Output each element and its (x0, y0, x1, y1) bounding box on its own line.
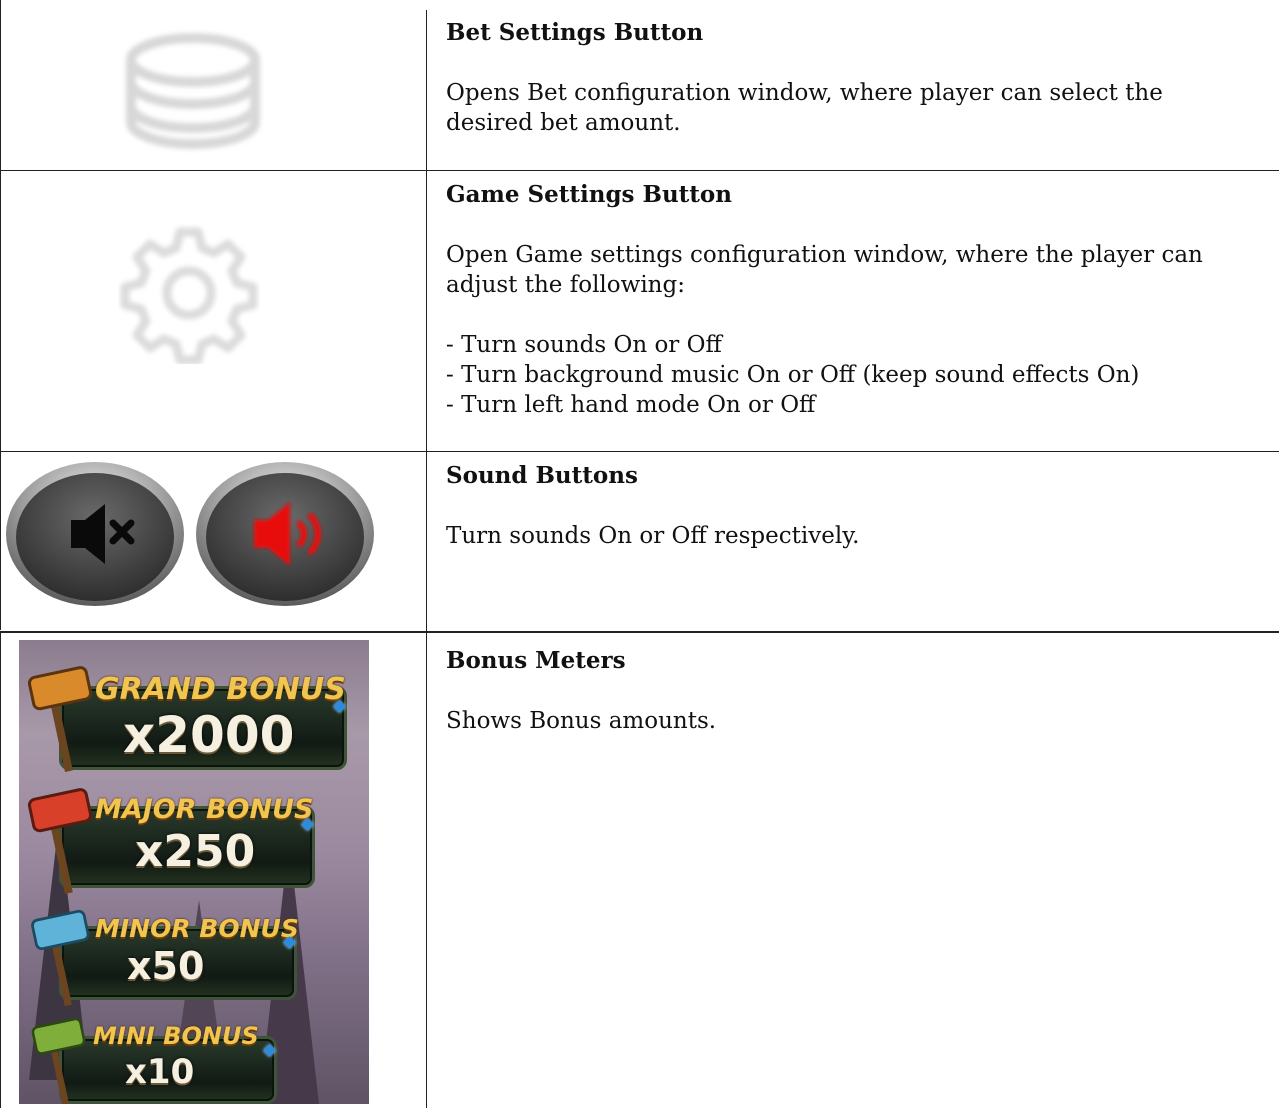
sound-buttons-description: Turn sounds On or Off respectively. (446, 523, 860, 549)
bonus-meters-heading: Bonus Meters (446, 647, 626, 674)
meter-value: x10 (125, 1052, 195, 1092)
column-divider (426, 10, 427, 1108)
meter-name: MINOR BONUS (95, 914, 299, 943)
left-border-lower (0, 632, 1, 1108)
game-settings-option: - Turn background music On or Off (keep … (446, 362, 1140, 388)
sound-buttons-heading: Sound Buttons (446, 462, 638, 489)
bonus-meters-description: Shows Bonus amounts. (446, 708, 717, 734)
game-settings-heading: Game Settings Button (446, 181, 732, 208)
game-settings-cell: Game Settings Button Open Game settings … (446, 180, 1249, 420)
sound-buttons-cell: Sound Buttons Turn sounds On or Off resp… (446, 461, 1249, 551)
game-settings-description: Open Game settings configuration window,… (446, 242, 1203, 298)
meter-name: GRAND BONUS (95, 672, 346, 707)
coin-stack-icon (118, 20, 268, 155)
bet-settings-heading: Bet Settings Button (446, 19, 704, 46)
bonus-meters-cell: Bonus Meters Shows Bonus amounts. (446, 646, 1249, 736)
bonus-meters-image: GRAND BONUS x2000 MAJOR BONUS x250 MINOR… (19, 640, 369, 1104)
sound-on-icon (194, 460, 376, 608)
row-divider-3 (0, 631, 1279, 633)
row-divider-1 (0, 170, 1279, 171)
bet-settings-cell: Bet Settings Button Opens Bet configurat… (446, 18, 1249, 138)
meter-name: MAJOR BONUS (95, 794, 314, 825)
gear-icon (118, 222, 260, 365)
hammer-icon (27, 788, 93, 895)
hammer-icon (27, 666, 93, 773)
game-settings-option: - Turn sounds On or Off (446, 332, 722, 358)
row-divider-2 (0, 451, 1279, 452)
meter-value: x250 (135, 826, 256, 877)
game-settings-option: - Turn left hand mode On or Off (446, 392, 816, 418)
meter-value: x50 (127, 944, 205, 988)
bet-settings-description: Opens Bet configuration window, where pl… (446, 80, 1163, 136)
meter-name: MINI BONUS (93, 1022, 259, 1050)
sound-off-icon (4, 460, 186, 608)
meter-value: x2000 (123, 706, 295, 764)
hammer-icon (31, 909, 90, 1007)
hammer-icon (31, 1017, 86, 1104)
left-border (0, 0, 1, 630)
